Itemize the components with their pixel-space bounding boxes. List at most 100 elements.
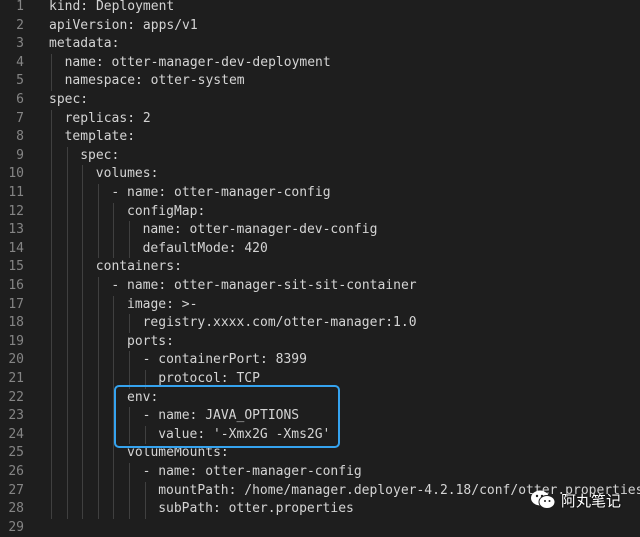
indent-guide (113, 332, 115, 352)
indent-guide (144, 481, 146, 501)
code-editor[interactable]: 1 kind: Deployment 2 apiVersion: apps/v1 3 me… (0, 0, 640, 535)
indent-guide (51, 184, 52, 203)
code-line[interactable]: 15 containers: (0, 258, 640, 277)
line-number: 19 (8, 333, 24, 349)
indent-guide (113, 500, 115, 519)
code-line[interactable]: 13 name: otter-manager-dev-config (0, 221, 640, 240)
code-text: configMap: (127, 203, 206, 219)
line-number: 5 (16, 73, 24, 89)
code-text: apiVersion: apps/v1 (49, 17, 198, 33)
line-number: 2 (16, 17, 24, 33)
watermark: 阿丸笔记 (530, 485, 621, 515)
indent-guide (97, 184, 99, 203)
indent-guide (113, 295, 115, 315)
indent-guide (51, 165, 52, 184)
indent-guide (51, 295, 52, 315)
code-line[interactable]: 10 volumes: (0, 165, 640, 184)
indent-guide (82, 277, 84, 296)
line-number: 20 (8, 352, 24, 368)
line-number: 25 (8, 445, 24, 461)
code-line[interactable]: 19 ports: (0, 332, 640, 352)
indent-guide (129, 481, 130, 501)
code-line[interactable]: 2 apiVersion: apps/v1 (0, 17, 640, 36)
code-text: image: >- (127, 296, 198, 312)
indent-guide (82, 332, 84, 352)
indent-guide (97, 481, 99, 501)
code-text: name: otter-manager-dev-deployment (64, 54, 331, 70)
indent-guide (97, 351, 99, 370)
indent-guide (129, 463, 130, 482)
indent-guide (82, 351, 84, 370)
code-line[interactable]: 20 - containerPort: 8399 (0, 351, 640, 370)
line-number: 26 (8, 464, 24, 479)
line-number: 28 (8, 501, 24, 517)
indent-guide (66, 184, 68, 203)
code-line[interactable]: 16 - name: otter-manager-sit-sit-containe… (0, 277, 640, 296)
indent-guide (113, 481, 115, 501)
indent-guide (97, 463, 99, 482)
code-text: metadata: (49, 36, 120, 52)
wechat-logo-icon (531, 490, 556, 509)
indent-guide (51, 72, 52, 91)
indent-guide (66, 463, 68, 482)
code-text: - name: otter-manager-config (111, 185, 331, 200)
code-line[interactable]: 4 name: otter-manager-dev-deployment (0, 53, 640, 73)
line-number: 8 (16, 129, 24, 145)
code-line[interactable]: 18 registry.xxxx.com/otter-manager:1.0 (0, 314, 640, 333)
code-line[interactable]: 9 spec: (0, 146, 640, 166)
indent-guide (51, 444, 52, 463)
indent-guide (66, 332, 68, 352)
indent-guide (66, 500, 68, 519)
code-line[interactable]: 17 image: >- (0, 295, 640, 315)
indent-guide (66, 314, 68, 333)
line-number: 17 (8, 296, 24, 312)
line-number: 13 (8, 222, 24, 238)
code-line[interactable]: 7 replicas: 2 (0, 109, 640, 129)
code-line[interactable]: 29 (0, 519, 640, 537)
indent-guide (51, 239, 52, 259)
indent-guide (66, 481, 68, 501)
code-line[interactable]: 11 - name: otter-manager-config (0, 184, 640, 203)
indent-guide (113, 239, 115, 259)
line-number: 27 (8, 482, 24, 498)
code-line[interactable]: 8 template: (0, 128, 640, 147)
code-line[interactable]: 3 metadata: (0, 35, 640, 54)
code-text: volumes: (95, 166, 159, 182)
indent-guide (66, 221, 68, 240)
line-number: 9 (16, 147, 24, 163)
code-text: - name: otter-manager-sit-sit-container (111, 278, 417, 293)
indent-guide (66, 277, 68, 296)
indent-guide (97, 444, 99, 463)
indent-guide (51, 388, 52, 408)
indent-guide (82, 165, 84, 184)
indent-guide (113, 463, 115, 482)
code-text: containers: (95, 259, 182, 275)
indent-guide (129, 314, 130, 333)
indent-guide (51, 370, 52, 389)
line-number: 15 (8, 259, 24, 275)
code-line[interactable]: 26 - name: otter-manager-config (0, 463, 640, 482)
code-line[interactable]: 14 defaultMode: 420 (0, 239, 640, 259)
line-number: 22 (8, 389, 24, 405)
indent-guide (66, 388, 68, 408)
code-text: - containerPort: 8399 (142, 352, 307, 368)
code-line[interactable]: 5 namespace: otter-system (0, 72, 640, 91)
indent-guide (82, 407, 84, 426)
indent-guide (51, 53, 52, 73)
indent-guide (113, 221, 115, 240)
code-text: namespace: otter-system (64, 73, 245, 89)
code-line[interactable]: 6 spec: (0, 91, 640, 110)
indent-guide (82, 425, 84, 445)
line-number: 23 (8, 408, 24, 424)
indent-guide (51, 425, 52, 445)
indent-guide (51, 202, 52, 222)
code-line[interactable]: 1 kind: Deployment (0, 0, 640, 17)
indent-guide (66, 146, 68, 166)
indent-guide (51, 351, 52, 370)
line-number: 12 (8, 203, 24, 219)
indent-guide (97, 407, 99, 426)
indent-guide (82, 202, 84, 222)
indent-guide (82, 500, 84, 519)
indent-guide (144, 500, 146, 519)
code-line[interactable]: 12 configMap: (0, 202, 640, 222)
